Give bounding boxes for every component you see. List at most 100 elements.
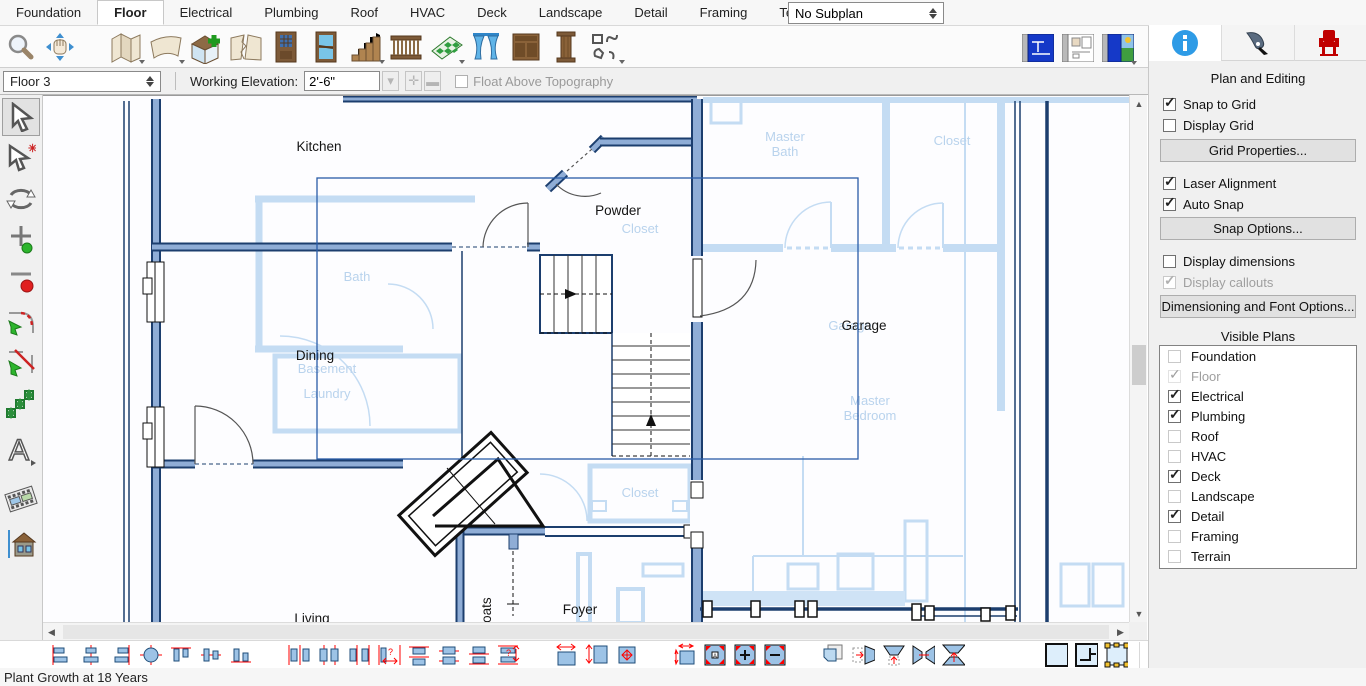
vertical-scrollbar[interactable]: ▲ ▼ [1129, 95, 1147, 622]
align-left-button[interactable] [49, 643, 73, 667]
tab-foundation[interactable]: Foundation [0, 0, 97, 25]
center-in-plan-button[interactable] [139, 643, 163, 667]
plan-row-electrical[interactable]: ✓Electrical [1160, 386, 1356, 406]
info-tab[interactable] [1149, 25, 1221, 61]
furniture-tab[interactable] [1294, 25, 1366, 61]
walkthrough-tool-button[interactable] [2, 480, 40, 518]
plan-row-deck[interactable]: ✓Deck [1160, 466, 1356, 486]
working-elevation-input[interactable] [304, 71, 380, 91]
same-height-button[interactable] [585, 643, 609, 667]
frame-panel-button[interactable] [1074, 643, 1098, 667]
tab-electrical[interactable]: Electrical [164, 0, 249, 25]
plan-row-hvac[interactable]: HVAC [1160, 446, 1356, 466]
tab-deck[interactable]: Deck [461, 0, 523, 25]
curve-wall-tool-button[interactable] [2, 302, 40, 340]
zoom-tool-button[interactable] [0, 28, 40, 66]
float-above-topography-checkbox[interactable] [455, 75, 468, 88]
tab-framing[interactable]: Framing [684, 0, 764, 25]
space-down-custom-button[interactable]: ? [497, 643, 521, 667]
plan-row-plumbing[interactable]: ✓Plumbing [1160, 406, 1356, 426]
add-point-tool-button[interactable] [2, 220, 40, 258]
tab-landscape[interactable]: Landscape [523, 0, 619, 25]
horizontal-scrollbar[interactable]: ◀ ▶ [43, 622, 1129, 640]
tab-floor[interactable]: Floor [97, 0, 164, 25]
laser-alignment-checkbox[interactable]: ✓ Laser Alignment [1163, 175, 1276, 191]
text-tool-button[interactable]: A [2, 430, 40, 468]
snap-options-button[interactable]: Snap Options... [1160, 217, 1356, 240]
plan-row-detail[interactable]: ✓Detail [1160, 506, 1356, 526]
plan-row-foundation[interactable]: Foundation [1160, 346, 1356, 366]
tab-plumbing[interactable]: Plumbing [248, 0, 334, 25]
column-tool-button[interactable] [546, 28, 586, 66]
vertical-scroll-thumb[interactable] [1132, 345, 1146, 385]
grid-properties-button[interactable]: Grid Properties... [1160, 139, 1356, 162]
floor-select[interactable]: Floor 3 [3, 71, 161, 92]
cabinet-tool-button[interactable] [506, 28, 546, 66]
floor-plan-canvas[interactable]: Master Bath Closet Bath Basement Laundry… [43, 95, 1129, 622]
dimensioning-font-options-button[interactable]: Dimensioning and Font Options... [1160, 295, 1356, 318]
shapes-tool-button[interactable] [586, 28, 626, 66]
add-floor-tool-button[interactable] [186, 28, 226, 66]
tab-hvac[interactable]: HVAC [394, 0, 461, 25]
subplan-select[interactable]: No Subplan [788, 2, 944, 24]
display-dimensions-checkbox[interactable]: Display dimensions [1163, 253, 1295, 269]
align-bottom-button[interactable] [229, 643, 253, 667]
space-down-middle-button[interactable] [437, 643, 461, 667]
horizontal-scroll-thumb[interactable] [63, 625, 1109, 639]
taper-horizontal-button[interactable] [851, 643, 875, 667]
flip-horizontal-button[interactable] [911, 643, 935, 667]
display-grid-checkbox[interactable]: Display Grid [1163, 117, 1254, 133]
drawing-tab[interactable] [1221, 25, 1294, 61]
elevation-decrease-button[interactable]: ▬ [424, 71, 441, 91]
floor-material-tool-button[interactable] [426, 28, 466, 66]
elevation-dropdown-button[interactable]: ▾ [382, 71, 399, 91]
flip-vertical-button[interactable] [941, 643, 965, 667]
space-across-left-button[interactable] [287, 643, 311, 667]
space-down-bottom-button[interactable] [467, 643, 491, 667]
subplan-spinner[interactable] [929, 8, 937, 19]
scroll-down-arrow[interactable]: ▼ [1130, 605, 1148, 622]
curved-wall-tool-button[interactable] [146, 28, 186, 66]
space-across-center-button[interactable] [317, 643, 341, 667]
straighten-wall-tool-button[interactable] [2, 342, 40, 380]
plan-row-terrain[interactable]: Terrain [1160, 546, 1356, 566]
select-special-tool-button[interactable]: ✳ [2, 138, 40, 176]
pan-tool-button[interactable] [40, 28, 80, 66]
plant-row-tool-button[interactable] [2, 384, 40, 422]
taper-vertical-button[interactable] [881, 643, 905, 667]
elevation-increase-button[interactable]: ✛ [405, 71, 422, 91]
window-tool-button[interactable] [306, 28, 346, 66]
elevation-view-button[interactable] [1058, 29, 1098, 67]
wall-tool-button[interactable] [106, 28, 146, 66]
frame-none-button[interactable] [1044, 643, 1068, 667]
tab-detail[interactable]: Detail [618, 0, 683, 25]
curtain-tool-button[interactable] [466, 28, 506, 66]
center-in-object-button[interactable]: A [703, 643, 727, 667]
copy-size-button[interactable] [821, 643, 845, 667]
plan-row-framing[interactable]: Framing [1160, 526, 1356, 546]
align-middle-button[interactable] [199, 643, 223, 667]
rotate-tool-button[interactable] [2, 180, 40, 218]
space-across-right-button[interactable] [347, 643, 371, 667]
plan-row-landscape[interactable]: Landscape [1160, 486, 1356, 506]
align-center-vertical-button[interactable] [79, 643, 103, 667]
plan-view-button[interactable] [1018, 29, 1058, 67]
break-wall-tool-button[interactable] [226, 28, 266, 66]
space-across-custom-button[interactable]: ? [377, 643, 401, 667]
reduce-object-button[interactable] [763, 643, 787, 667]
resize-object-button[interactable] [673, 643, 697, 667]
scroll-right-arrow[interactable]: ▶ [1112, 623, 1129, 641]
delete-point-tool-button[interactable] [2, 260, 40, 298]
railing-tool-button[interactable] [386, 28, 426, 66]
stairs-tool-button[interactable] [346, 28, 386, 66]
scroll-up-arrow[interactable]: ▲ [1130, 95, 1148, 112]
select-tool-button[interactable] [2, 98, 40, 136]
tab-roof[interactable]: Roof [335, 0, 394, 25]
3d-view-button[interactable] [1098, 29, 1138, 67]
snap-to-grid-checkbox[interactable]: ✓ Snap to Grid [1163, 96, 1256, 112]
scroll-left-arrow[interactable]: ◀ [43, 623, 60, 641]
same-size-button[interactable] [615, 643, 639, 667]
auto-snap-checkbox[interactable]: ✓ Auto Snap [1163, 196, 1244, 212]
align-right-button[interactable] [109, 643, 133, 667]
plan-row-roof[interactable]: Roof [1160, 426, 1356, 446]
